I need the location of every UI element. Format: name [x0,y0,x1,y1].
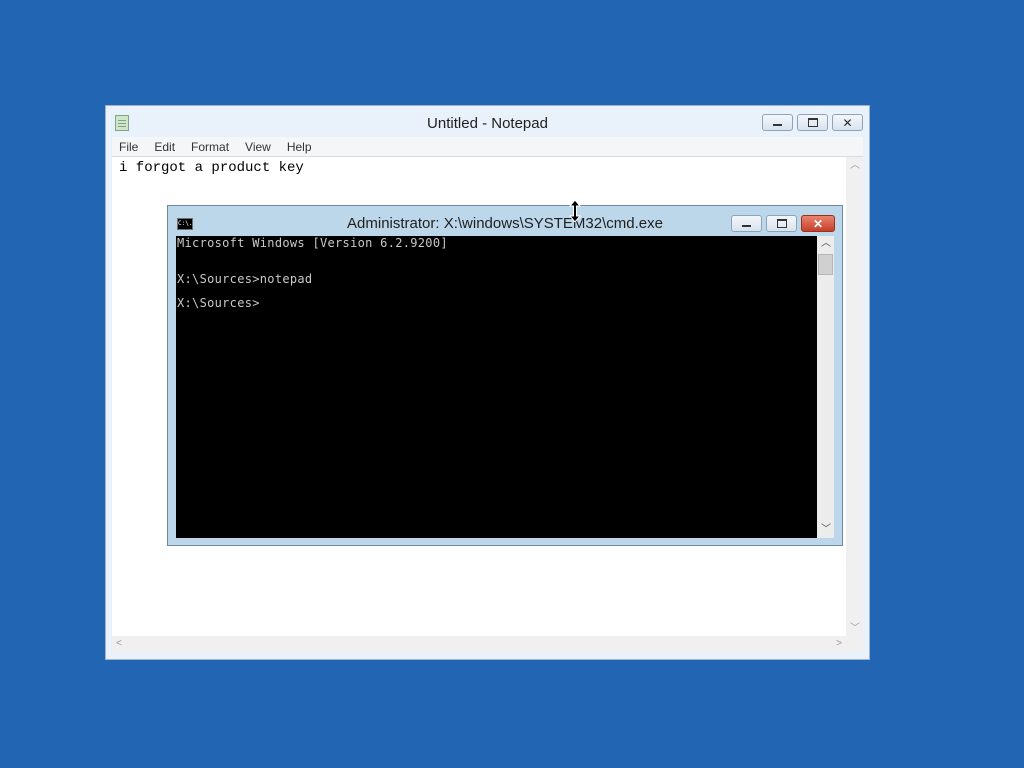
cmd-console-output[interactable]: Microsoft Windows [Version 6.2.9200] X:\… [176,236,817,538]
menu-edit[interactable]: Edit [146,140,183,154]
close-icon: ✕ [842,115,853,130]
notepad-caption-buttons: ✕ [762,114,863,131]
chevron-up-icon[interactable]: ︿ [850,161,860,171]
resize-vertical-cursor-icon [569,200,581,222]
maximize-icon [807,118,818,127]
notepad-minimize-button[interactable] [762,114,793,131]
notepad-text-content[interactable]: i forgot a product key [119,160,304,176]
minimize-icon [742,225,751,227]
cmd-caption-buttons: ✕ [731,215,835,232]
cmd-close-button[interactable]: ✕ [801,215,835,232]
notepad-menubar: File Edit Format View Help [112,137,863,156]
menu-format[interactable]: Format [183,140,237,154]
cmd-titlebar[interactable]: C:\. Administrator: X:\windows\SYSTEM32\… [168,206,842,236]
chevron-right-icon[interactable]: > [836,639,842,649]
notepad-horizontal-scrollbar[interactable]: < > [112,636,846,653]
notepad-window-title: Untitled - Notepad [427,115,548,132]
menu-help[interactable]: Help [279,140,320,154]
cmd-minimize-button[interactable] [731,215,762,232]
chevron-down-icon[interactable]: ﹀ [821,525,831,535]
menu-file[interactable]: File [112,140,146,154]
chevron-left-icon[interactable]: < [116,639,122,649]
notepad-size-grip[interactable] [846,636,863,653]
cmd-maximize-button[interactable] [766,215,797,232]
cmd-vertical-scrollbar[interactable]: ︿ ﹀ [817,236,834,538]
menu-view[interactable]: View [237,140,279,154]
console-line: Microsoft Windows [Version 6.2.9200] [177,236,448,250]
cmd-window[interactable]: C:\. Administrator: X:\windows\SYSTEM32\… [167,205,843,546]
cmd-scroll-thumb[interactable] [818,254,833,275]
notepad-close-button[interactable]: ✕ [832,114,863,131]
minimize-icon [773,124,782,126]
console-line: X:\Sources>notepad [177,272,313,286]
notepad-vertical-scrollbar[interactable]: ︿ ﹀ [846,157,863,636]
chevron-down-icon[interactable]: ﹀ [850,624,860,634]
maximize-icon [776,219,787,228]
notepad-titlebar[interactable]: Untitled - Notepad ✕ [106,106,869,137]
console-prompt-line: X:\Sources> [177,296,260,310]
close-icon: ✕ [812,216,824,231]
notepad-maximize-button[interactable] [797,114,828,131]
chevron-up-icon[interactable]: ︿ [821,239,831,249]
